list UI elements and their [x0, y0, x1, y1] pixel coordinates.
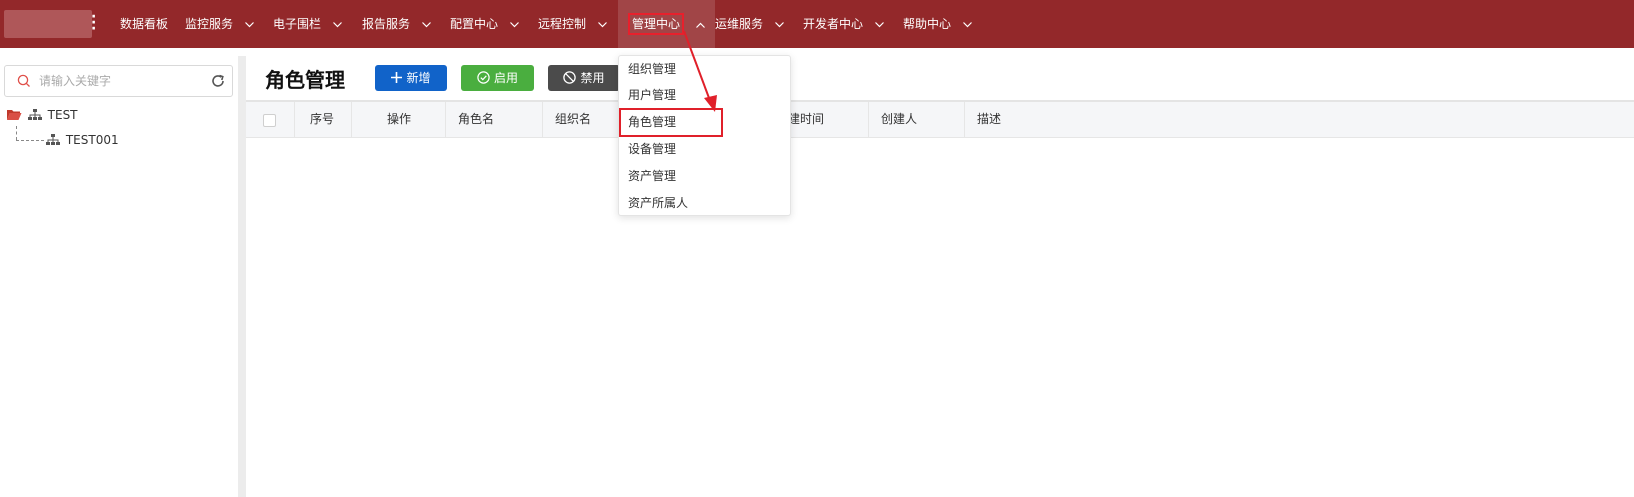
chevron-down-icon [962, 21, 972, 27]
add-button[interactable]: 新增 [375, 65, 447, 91]
column-separator [294, 102, 295, 137]
nav-item-help-center[interactable]: 帮助中心 [903, 0, 972, 48]
page-title: 角色管理 [265, 68, 345, 92]
column-header-index[interactable]: 序号 [310, 102, 334, 137]
table-header: 序号 操作 角色名 组织名 建时间 创建人 描述 [246, 102, 1634, 138]
chevron-down-icon [244, 21, 254, 27]
nav-label: 开发者中心 [803, 17, 864, 31]
chevron-down-icon [874, 21, 884, 27]
tree-node-label: TEST [47, 107, 78, 122]
column-separator [964, 102, 965, 137]
annotation-arrow-icon [683, 30, 717, 112]
nav-item-config-center[interactable]: 配置中心 [450, 0, 519, 48]
column-header-creator[interactable]: 创建人 [881, 102, 917, 137]
chevron-down-icon [509, 21, 519, 27]
search-icon [17, 74, 30, 87]
nav-label: 电子围栏 [273, 17, 322, 31]
nav-item-monitoring[interactable]: 监控服务 [185, 0, 254, 48]
column-header-role-name[interactable]: 角色名 [458, 102, 494, 137]
nav-item-reports[interactable]: 报告服务 [362, 0, 431, 48]
plus-icon [391, 72, 403, 83]
org-structure-icon [46, 133, 60, 145]
sidebar: TEST TEST001 [0, 48, 238, 497]
nav-label: 远程控制 [538, 17, 587, 31]
tree-connector [16, 140, 44, 141]
select-all-checkbox[interactable] [263, 114, 276, 127]
menu-item-asset-management[interactable]: 资产管理 [628, 169, 676, 183]
menu-item-org-management[interactable]: 组织管理 [628, 62, 676, 76]
tree-node-root[interactable]: TEST [6, 107, 78, 122]
add-button-label: 新增 [406, 71, 431, 85]
tree-search-input[interactable] [39, 72, 199, 90]
nav-item-remote-control[interactable]: 远程控制 [538, 0, 607, 48]
app-logo[interactable] [4, 10, 92, 38]
top-nav-bar: · · · 数据看板 监控服务 电子围栏 报告服务 配置中心 远程控制 管理中心 运… [0, 0, 1634, 48]
sidebar-resize-gutter[interactable] [238, 56, 246, 497]
column-header-description[interactable]: 描述 [977, 102, 1001, 137]
tree-node-label: TEST001 [65, 132, 119, 147]
tree-node-child[interactable]: TEST001 [46, 132, 119, 147]
chevron-down-icon [421, 21, 431, 27]
column-header-actions[interactable]: 操作 [387, 102, 411, 137]
nav-label: 监控服务 [185, 17, 234, 31]
column-separator [445, 102, 446, 137]
chevron-down-icon [774, 21, 784, 27]
column-header-created-time[interactable]: 建时间 [788, 102, 824, 137]
nav-label: 帮助中心 [903, 17, 952, 31]
menu-item-asset-owner[interactable]: 资产所属人 [628, 196, 688, 210]
more-dots-icon[interactable]: · · · [91, 10, 96, 36]
column-separator [868, 102, 869, 137]
nav-label: 报告服务 [362, 17, 411, 31]
column-header-org-name[interactable]: 组织名 [555, 102, 591, 137]
chevron-down-icon [332, 21, 342, 27]
folder-open-icon [7, 110, 22, 120]
menu-item-role-management[interactable]: 角色管理 [628, 115, 676, 129]
nav-item-developer-center[interactable]: 开发者中心 [803, 0, 884, 48]
column-separator [542, 102, 543, 137]
disable-button[interactable]: 禁用 [548, 65, 620, 91]
menu-item-user-management[interactable]: 用户管理 [628, 88, 676, 102]
tree-connector [16, 126, 17, 140]
disable-button-label: 禁用 [580, 71, 605, 85]
enable-button-label: 启用 [493, 71, 518, 85]
menu-item-device-management[interactable]: 设备管理 [628, 142, 676, 156]
nav-item-geofence[interactable]: 电子围栏 [273, 0, 342, 48]
column-separator [351, 102, 352, 137]
nav-label: 数据看板 [120, 17, 169, 31]
org-structure-icon [27, 108, 42, 120]
check-circle-icon [477, 71, 490, 84]
nav-label: 配置中心 [450, 17, 499, 31]
refresh-icon[interactable] [210, 73, 226, 89]
ban-icon [563, 71, 577, 84]
chevron-up-icon [695, 22, 705, 28]
tree-search-box[interactable] [4, 65, 233, 97]
chevron-down-icon [597, 21, 607, 27]
enable-button[interactable]: 启用 [461, 65, 534, 91]
nav-item-dashboard[interactable]: 数据看板 [120, 0, 168, 48]
